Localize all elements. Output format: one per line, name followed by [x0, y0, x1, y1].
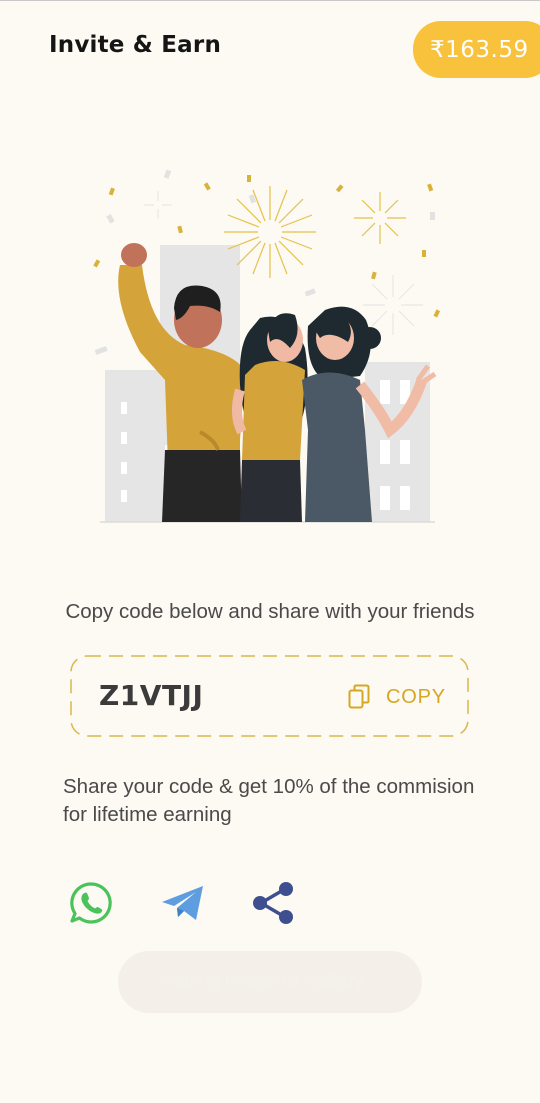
toast-text: Saving Image to Gallery... — [161, 971, 379, 992]
more-share-button[interactable] — [251, 880, 297, 926]
telegram-share-button[interactable] — [160, 880, 206, 926]
share-icon — [253, 882, 293, 924]
copy-label: COPY — [386, 685, 446, 708]
referral-code: Z1VTJJ — [99, 679, 204, 712]
whatsapp-icon — [70, 882, 112, 924]
wallet-balance-amount: ₹163.59 — [430, 36, 529, 63]
share-options — [0, 880, 540, 930]
celebration-illustration — [93, 170, 441, 523]
share-instruction: Copy code below and share with your frie… — [65, 600, 475, 623]
commission-note: Share your code & get 10% of the commisi… — [63, 775, 475, 826]
telegram-icon — [162, 886, 203, 920]
referral-code-box: Z1VTJJ COPY — [70, 655, 469, 737]
wallet-balance-badge[interactable]: ₹163.59 — [413, 21, 540, 78]
page-title: Invite & Earn — [49, 32, 222, 58]
copy-code-button[interactable]: COPY — [348, 681, 446, 713]
whatsapp-share-button[interactable] — [68, 880, 114, 926]
toast-message: Saving Image to Gallery... — [118, 951, 422, 1013]
copy-icon — [348, 684, 370, 709]
status-divider — [0, 0, 540, 1]
